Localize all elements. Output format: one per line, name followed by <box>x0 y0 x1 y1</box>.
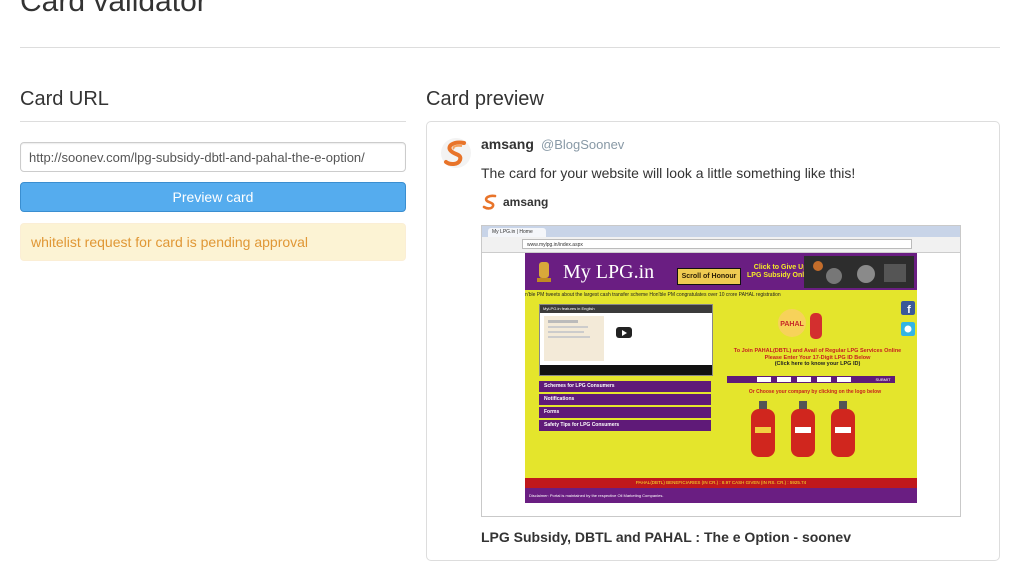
page-title: Card validator <box>20 0 207 18</box>
cylinder-icon <box>791 401 815 457</box>
emblem-icon <box>537 262 551 282</box>
tweet-text: The card for your website will look a li… <box>481 165 856 181</box>
lpg-id-box <box>817 377 831 382</box>
scroll-of-honour-button: Scroll of Honour <box>677 268 741 285</box>
lpg-id-box <box>797 377 811 382</box>
submit-button: SUBMIT <box>871 376 895 383</box>
video-controls <box>540 365 712 375</box>
menu-item: Forms <box>539 407 711 418</box>
site-header: My LPG.in Scroll of Honour Click to Give… <box>525 253 917 290</box>
card-title[interactable]: LPG Subsidy, DBTL and PAHAL : The e Opti… <box>481 529 851 545</box>
choose-company-text: Or Choose your company by clicking on th… <box>748 389 882 395</box>
browser-tab-bar: My LPG.in | Home <box>482 226 960 237</box>
cylinder-icon <box>831 401 855 457</box>
lpg-id-box <box>837 377 851 382</box>
menu-item: Schemes for LPG Consumers <box>539 381 711 392</box>
card-preview-heading: Card preview <box>426 88 544 110</box>
beneficiaries-footer: PAHAL(DBTL) BENEFICIARIES (IN CR.) : 8.9… <box>525 478 917 488</box>
menu-item: Safety Tips for LPG Consumers <box>539 420 711 431</box>
video-title: MyLPG.in features in English <box>540 305 712 313</box>
author-name[interactable]: amsang <box>481 136 534 152</box>
news-ticker: n'ble PM tweets about the largest cash t… <box>525 290 917 300</box>
info-line1: To Join PAHAL(DBTL) and Avail of Regular… <box>733 348 902 354</box>
lpg-site: My LPG.in Scroll of Honour Click to Give… <box>525 253 917 503</box>
facebook-icon: f <box>901 301 915 315</box>
title-divider <box>20 47 1000 48</box>
card-url-input[interactable] <box>20 142 406 172</box>
play-icon <box>616 327 632 338</box>
svg-text:f: f <box>907 304 911 315</box>
disclaimer-footer: Disclaimer: Portal is maintained by the … <box>525 488 917 503</box>
lpg-id-box <box>777 377 791 382</box>
card-image[interactable]: My LPG.in | Home www.mylpg.in/index.aspx… <box>481 225 961 517</box>
pahal-logo-icon: PAHAL <box>778 309 822 339</box>
site-menu: Schemes for LPG Consumers Notifications … <box>539 381 711 433</box>
header-photo <box>804 256 914 288</box>
soonev-logo-icon[interactable] <box>440 137 472 169</box>
card-site-name[interactable]: amsang <box>503 195 548 209</box>
twitter-icon <box>901 322 915 336</box>
author-handle[interactable]: @BlogSoonev <box>541 137 624 152</box>
preview-card-button[interactable]: Preview card <box>20 182 406 212</box>
site-logo-icon <box>482 194 497 210</box>
menu-item: Notifications <box>539 394 711 405</box>
card-url-heading: Card URL <box>20 88 109 110</box>
svg-text:PAHAL: PAHAL <box>780 321 804 328</box>
cylinder-icon <box>751 401 775 457</box>
info-line3: (Click here to know your LPG ID) <box>774 361 861 367</box>
browser-url-bar: www.mylpg.in/index.aspx <box>522 239 912 249</box>
lpg-info: To Join PAHAL(DBTL) and Avail of Regular… <box>720 348 915 368</box>
whitelist-pending-alert: whitelist request for card is pending ap… <box>20 223 406 261</box>
browser-tab: My LPG.in | Home <box>488 228 546 237</box>
site-logo-text: My LPG.in <box>563 261 655 283</box>
lpg-id-input-row: SUBMIT <box>727 376 895 383</box>
lpg-id-box <box>757 377 771 382</box>
video-player: MyLPG.in features in English <box>539 304 713 376</box>
video-thumbnail <box>544 316 604 361</box>
card-url-divider <box>20 121 406 122</box>
